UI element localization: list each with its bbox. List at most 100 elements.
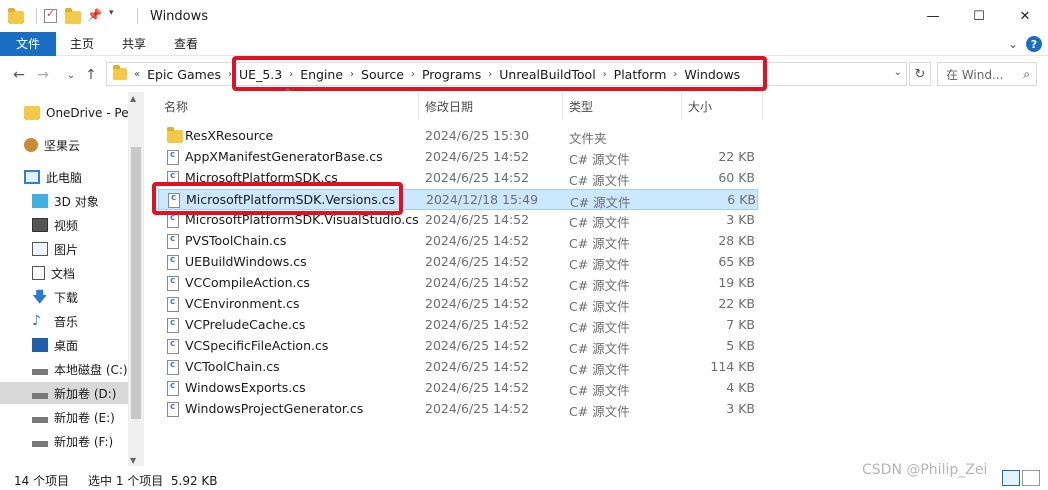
file-size: 4 KB bbox=[726, 380, 755, 395]
table-row[interactable]: MicrosoftPlatformSDK.VisualStudio.cs 2024… bbox=[158, 210, 758, 231]
breadcrumb-source[interactable]: Source bbox=[357, 67, 408, 82]
table-row[interactable]: WindowsExports.cs 2024/6/25 14:52 C# 源文件 4 … bbox=[158, 378, 758, 399]
sidebar-item-drive-e[interactable]: 新加卷 (E:) bbox=[0, 406, 128, 428]
sidebar-item-3d-objects[interactable]: 3D 对象 bbox=[0, 190, 128, 212]
help-icon[interactable]: ? bbox=[1026, 36, 1042, 52]
file-type: C# 源文件 bbox=[569, 215, 630, 230]
table-row[interactable]: AppXManifestGeneratorBase.cs 2024/6/25 14… bbox=[158, 147, 758, 168]
expand-ribbon-icon[interactable]: ⌄ bbox=[1008, 37, 1018, 51]
table-row[interactable]: MicrosoftPlatformSDK.Versions.cs 2024/12/… bbox=[158, 189, 758, 210]
csharp-file-icon bbox=[168, 193, 180, 208]
file-type: C# 源文件 bbox=[569, 152, 630, 167]
customize-dropdown-icon[interactable]: ▾ bbox=[109, 8, 125, 24]
sidebar-item-music[interactable]: ♪ 音乐 bbox=[0, 310, 128, 332]
column-divider[interactable] bbox=[562, 92, 563, 120]
chevron-right-icon[interactable]: › bbox=[408, 69, 418, 80]
new-folder-icon[interactable] bbox=[65, 8, 81, 24]
recent-locations-icon[interactable]: ⌄ bbox=[60, 64, 82, 86]
tab-share[interactable]: 共享 bbox=[108, 32, 160, 56]
sidebar-item-drive-f[interactable]: 新加卷 (F:) bbox=[0, 430, 128, 452]
chevron-right-icon[interactable]: › bbox=[286, 69, 296, 80]
scroll-down-icon[interactable]: ▼ bbox=[130, 456, 136, 465]
pin-icon[interactable]: 📌 bbox=[87, 8, 103, 24]
file-size: 22 KB bbox=[718, 296, 755, 311]
sidebar-item-nutstore[interactable]: 坚果云 bbox=[0, 134, 128, 156]
sidebar-item-desktop[interactable]: 桌面 bbox=[0, 334, 128, 356]
breadcrumb-engine[interactable]: Engine bbox=[296, 67, 347, 82]
folder-icon bbox=[8, 8, 24, 24]
file-size: 60 KB bbox=[718, 170, 755, 185]
column-header-type[interactable]: 类型 bbox=[569, 94, 679, 118]
chevron-right-icon[interactable]: › bbox=[600, 69, 610, 80]
table-row[interactable]: VCToolChain.cs 2024/6/25 14:52 C# 源文件 114 K… bbox=[158, 357, 758, 378]
view-toggle bbox=[1002, 470, 1040, 486]
properties-icon[interactable] bbox=[43, 7, 59, 24]
column-divider[interactable] bbox=[418, 92, 419, 120]
sidebar-item-label: 视频 bbox=[54, 218, 79, 233]
back-button[interactable]: ← bbox=[8, 64, 30, 86]
breadcrumb-platform[interactable]: Platform bbox=[610, 67, 671, 82]
table-row[interactable]: WindowsProjectGenerator.cs 2024/6/25 14:5… bbox=[158, 399, 758, 420]
item-count: 14 个项目 bbox=[14, 474, 70, 488]
column-divider[interactable] bbox=[762, 92, 763, 120]
sidebar-scrollbar-thumb[interactable] bbox=[131, 147, 141, 419]
table-row[interactable]: MicrosoftPlatformSDK.cs 2024/6/25 14:52 C#… bbox=[158, 168, 758, 189]
chevron-right-icon[interactable]: › bbox=[670, 69, 680, 80]
address-bar[interactable]: « Epic Games › UE_5.3 › Engine › Source … bbox=[106, 62, 907, 86]
column-header-name[interactable]: 名称 bbox=[164, 94, 414, 118]
sidebar-item-documents[interactable]: 文档 bbox=[0, 262, 128, 284]
file-type: C# 源文件 bbox=[569, 404, 630, 419]
file-date: 2024/12/18 15:49 bbox=[426, 192, 539, 207]
minimize-button[interactable]: — bbox=[910, 0, 956, 32]
sidebar-item-drive-d[interactable]: 新加卷 (D:) bbox=[0, 382, 128, 404]
file-name: ResXResource bbox=[185, 128, 274, 143]
table-row[interactable]: VCEnvironment.cs 2024/6/25 14:52 C# 源文件 22 … bbox=[158, 294, 758, 315]
scroll-up-icon[interactable]: ▲ bbox=[130, 94, 136, 103]
breadcrumb-epic-games[interactable]: Epic Games bbox=[143, 67, 225, 82]
table-row[interactable]: PVSToolChain.cs 2024/6/25 14:52 C# 源文件 28 K… bbox=[158, 231, 758, 252]
sidebar-item-label: 图片 bbox=[54, 242, 79, 257]
close-button[interactable]: ✕ bbox=[1002, 0, 1048, 32]
sidebar-item-pictures[interactable]: 图片 bbox=[0, 238, 128, 260]
column-divider[interactable] bbox=[681, 92, 682, 120]
table-row[interactable]: ResXResource 2024/6/25 15:30 文件夹 bbox=[158, 126, 758, 147]
table-row[interactable]: VCPreludeCache.cs 2024/6/25 14:52 C# 源文件 7 … bbox=[158, 315, 758, 336]
breadcrumb-programs[interactable]: Programs bbox=[418, 67, 485, 82]
sidebar-item-downloads[interactable]: 🡇 下载 bbox=[0, 286, 128, 308]
column-header-size[interactable]: 大小 bbox=[688, 94, 758, 118]
column-header-date[interactable]: 修改日期 bbox=[425, 94, 560, 118]
drive-icon bbox=[32, 369, 48, 375]
sidebar-item-drive-c[interactable]: 本地磁盘 (C:) bbox=[0, 358, 128, 380]
tab-home[interactable]: 主页 bbox=[56, 32, 108, 56]
address-dropdown-icon[interactable]: ⌄ bbox=[894, 67, 902, 78]
sidebar-item-videos[interactable]: 视频 bbox=[0, 214, 128, 236]
breadcrumb-ue53[interactable]: UE_5.3 bbox=[235, 67, 286, 82]
details-view-button[interactable] bbox=[1002, 470, 1020, 486]
sidebar-item-this-pc[interactable]: 此电脑 bbox=[0, 166, 128, 188]
ribbon-right-controls: ⌄ ? bbox=[1008, 36, 1042, 52]
breadcrumb-overflow[interactable]: « bbox=[131, 69, 143, 80]
table-row[interactable]: UEBuildWindows.cs 2024/6/25 14:52 C# 源文件 65… bbox=[158, 252, 758, 273]
breadcrumb-windows[interactable]: Windows bbox=[680, 67, 744, 82]
sidebar-item-label: 本地磁盘 (C:) bbox=[54, 362, 128, 377]
tab-file[interactable]: 文件 bbox=[0, 31, 56, 56]
file-name: WindowsExports.cs bbox=[185, 380, 306, 395]
csharp-file-icon bbox=[167, 255, 179, 270]
window-controls: — ☐ ✕ bbox=[910, 0, 1048, 32]
breadcrumb-unrealbuildtool[interactable]: UnrealBuildTool bbox=[495, 67, 599, 82]
sidebar-item-onedrive[interactable]: OneDrive - Pe bbox=[0, 102, 128, 124]
maximize-button[interactable]: ☐ bbox=[956, 0, 1002, 32]
chevron-right-icon[interactable]: › bbox=[225, 69, 235, 80]
file-size: 65 KB bbox=[718, 254, 755, 269]
search-input[interactable]: 在 Wind... ⌕ bbox=[937, 62, 1037, 86]
forward-button[interactable]: → bbox=[32, 64, 54, 86]
up-button[interactable]: ↑ bbox=[80, 64, 102, 86]
tab-view[interactable]: 查看 bbox=[160, 32, 212, 56]
table-row[interactable]: VCCompileAction.cs 2024/6/25 14:52 C# 源文件 1… bbox=[158, 273, 758, 294]
chevron-right-icon[interactable]: › bbox=[485, 69, 495, 80]
file-date: 2024/6/25 14:52 bbox=[425, 359, 530, 374]
large-icons-view-button[interactable] bbox=[1022, 470, 1040, 486]
table-row[interactable]: VCSpecificFileAction.cs 2024/6/25 14:52 C#… bbox=[158, 336, 758, 357]
chevron-right-icon[interactable]: › bbox=[347, 69, 357, 80]
refresh-button[interactable]: ↻ bbox=[909, 62, 931, 86]
